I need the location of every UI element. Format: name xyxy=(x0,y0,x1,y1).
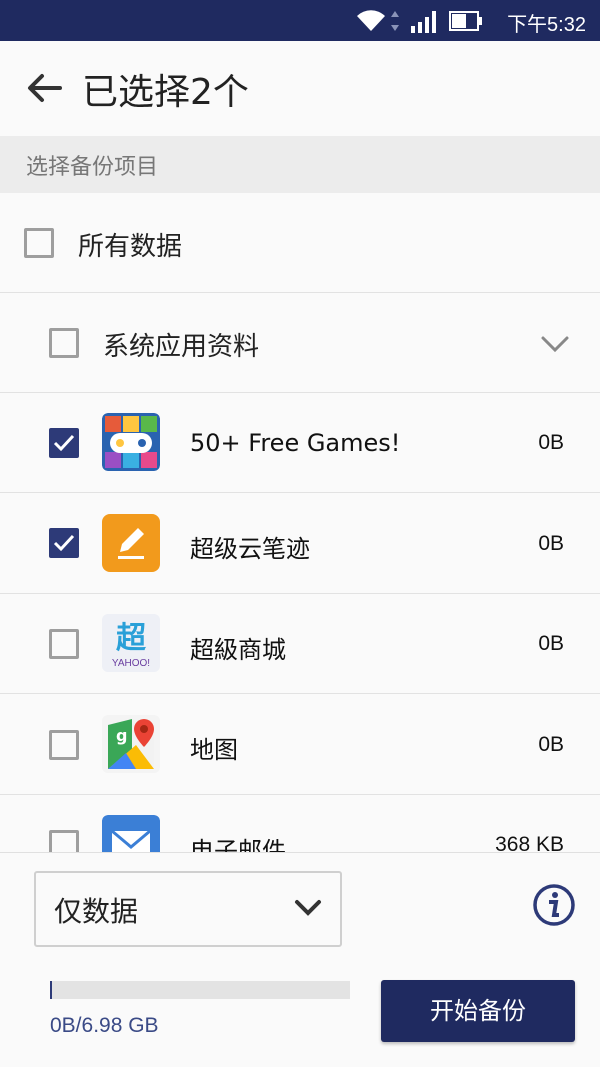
app-checkbox[interactable] xyxy=(49,830,79,852)
app-row[interactable]: g 地图 0B xyxy=(0,694,600,795)
backup-mode-value: 仅数据 xyxy=(54,895,139,928)
all-data-checkbox[interactable] xyxy=(24,228,54,258)
all-data-label: 所有数据 xyxy=(78,232,183,262)
section-header: 选择备份项目 xyxy=(0,136,600,193)
app-name: 地图 xyxy=(190,736,238,764)
app-row[interactable]: 50+ Free Games! 0B xyxy=(0,393,600,493)
data-arrows-icon xyxy=(391,11,399,31)
app-size: 0B xyxy=(538,733,564,756)
app-row[interactable]: 电子邮件 368 KB xyxy=(0,795,600,852)
battery-icon xyxy=(449,11,482,31)
all-data-row[interactable]: 所有数据 xyxy=(0,193,600,293)
storage-progress-fill xyxy=(50,981,53,999)
app-size: 0B xyxy=(538,532,564,555)
start-backup-button[interactable]: 开始备份 xyxy=(381,980,575,1042)
storage-progress-text: 0B/6.98 GB xyxy=(50,1014,159,1037)
app-size: 0B xyxy=(538,632,564,655)
signal-icon xyxy=(411,11,436,33)
section-title: 选择备份项目 xyxy=(26,155,159,180)
cloud-note-app-icon xyxy=(102,514,160,572)
svg-text:超: 超 xyxy=(116,621,147,656)
svg-text:g: g xyxy=(116,726,127,745)
app-size: 368 KB xyxy=(495,833,564,852)
category-checkbox[interactable] xyxy=(49,328,79,358)
app-name: 超级云笔迹 xyxy=(190,535,310,563)
svg-text:YAHOO!: YAHOO! xyxy=(112,658,150,669)
app-size: 0B xyxy=(538,431,564,454)
games-app-icon xyxy=(102,413,160,471)
wifi-icon xyxy=(357,10,385,32)
app-checkbox[interactable] xyxy=(49,528,79,558)
chevron-down-icon xyxy=(295,900,321,916)
app-name: 电子邮件 xyxy=(190,837,286,852)
app-bar: 已选择2个 xyxy=(0,41,600,136)
yahoo-mall-app-icon: 超 YAHOO! xyxy=(102,614,160,672)
email-app-icon xyxy=(102,815,160,852)
status-bar: 下午5:32 xyxy=(0,0,600,41)
info-icon[interactable] xyxy=(532,883,576,927)
app-row[interactable]: 超级云笔迹 0B xyxy=(0,493,600,594)
status-time: 下午5:32 xyxy=(507,14,586,36)
back-arrow-icon[interactable] xyxy=(22,66,66,110)
storage-progress-bar xyxy=(50,981,350,999)
app-checkbox[interactable] xyxy=(49,428,79,458)
category-row[interactable]: 系统应用资料 xyxy=(0,293,600,393)
chevron-down-icon[interactable] xyxy=(540,335,570,353)
app-checkbox[interactable] xyxy=(49,629,79,659)
backup-mode-select[interactable]: 仅数据 xyxy=(34,871,342,947)
backup-item-list[interactable]: 所有数据 系统应用资料 50+ Free Games! 0B 超级云笔迹 0B … xyxy=(0,193,600,852)
app-name: 超級商城 xyxy=(190,636,286,664)
app-row[interactable]: 超 YAHOO! 超級商城 0B xyxy=(0,594,600,694)
app-checkbox[interactable] xyxy=(49,730,79,760)
page-title: 已选择2个 xyxy=(82,72,249,113)
category-label: 系统应用资料 xyxy=(103,332,260,362)
bottom-panel: 仅数据 0B/6.98 GB 开始备份 xyxy=(0,852,600,1067)
app-name: 50+ Free Games! xyxy=(190,429,401,457)
maps-app-icon: g xyxy=(102,715,160,773)
